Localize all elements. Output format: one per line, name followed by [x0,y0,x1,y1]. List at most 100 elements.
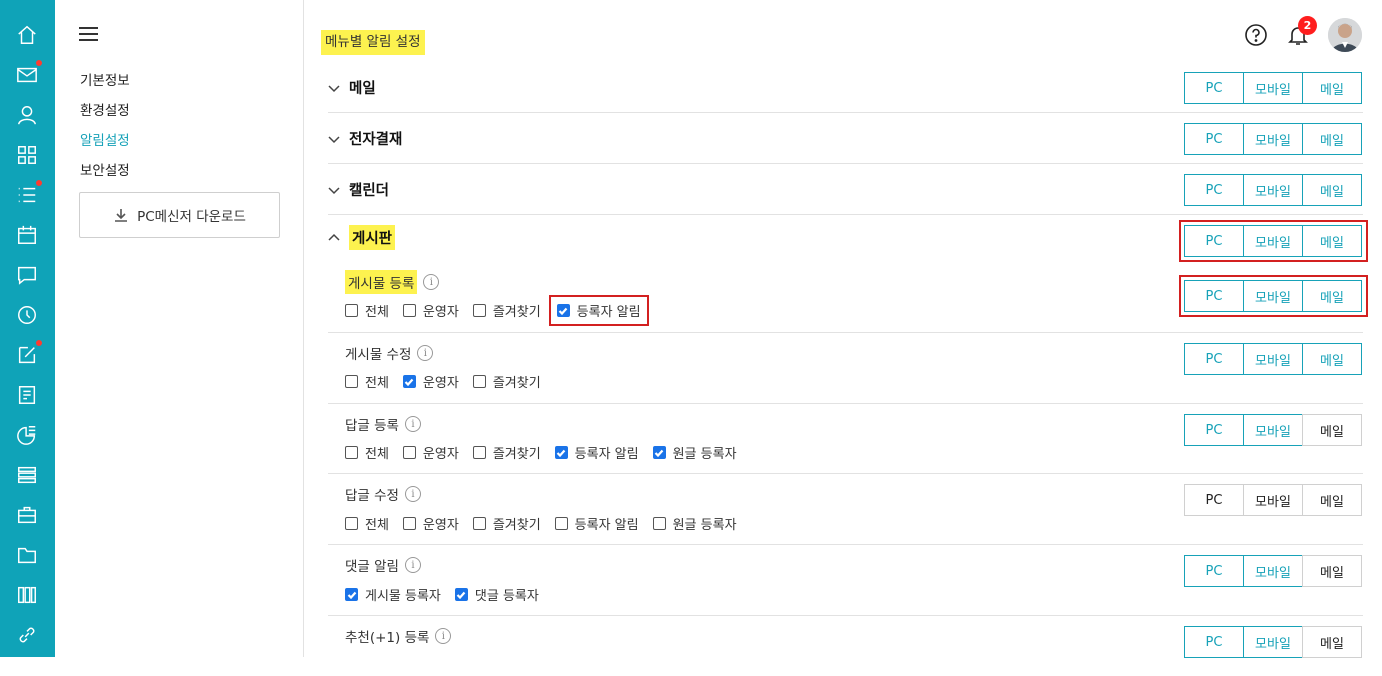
mail-button[interactable]: 메일 [1302,225,1362,257]
pc-button[interactable]: PC [1184,123,1244,155]
checkbox[interactable] [345,375,358,388]
edit-icon[interactable] [15,340,42,367]
info-icon[interactable]: i [404,416,421,432]
check-favorites[interactable]: 즐겨찾기 [472,372,541,391]
briefcase-icon[interactable] [15,503,39,527]
check-all[interactable]: 전체 [345,301,389,320]
mobile-button[interactable]: 모바일 [1243,225,1303,257]
info-icon[interactable]: i [417,345,434,361]
mail-button[interactable]: 메일 [1302,343,1362,375]
mail-button[interactable]: 메일 [1302,280,1362,312]
mobile-button[interactable]: 모바일 [1243,555,1303,587]
checkbox[interactable] [652,517,666,530]
pc-button[interactable]: PC [1184,225,1244,257]
pc-button[interactable]: PC [1184,626,1244,658]
checkbox[interactable] [402,446,416,459]
checkbox[interactable] [402,304,416,317]
checkbox[interactable] [454,588,468,601]
check-all[interactable]: 전체 [345,372,389,391]
mail-button[interactable]: 메일 [1302,555,1362,587]
sidebar-item-preferences[interactable]: 환경설정 [80,99,130,119]
check-original-author[interactable]: 원글 등록자 [652,514,737,533]
sidebar-item-security[interactable]: 보안설정 [80,159,130,179]
checkbox[interactable] [345,446,358,459]
checkbox[interactable] [554,517,568,530]
bell-icon[interactable]: 2 [1286,16,1317,47]
task-list-icon[interactable] [15,180,42,207]
checkbox[interactable] [345,517,358,530]
mobile-button[interactable]: 모바일 [1243,174,1303,206]
pc-button[interactable]: PC [1184,414,1244,446]
check-author-notify[interactable]: 등록자 알림 [554,514,639,533]
mail-button[interactable]: 메일 [1302,72,1362,104]
check-favorites[interactable]: 즐겨찾기 [472,514,541,533]
calendar-icon[interactable] [15,223,39,247]
check-operator[interactable]: 운영자 [402,372,459,391]
report-icon[interactable] [15,383,39,407]
list-stack-icon[interactable] [15,463,39,487]
pc-button[interactable]: PC [1184,174,1244,206]
check-all[interactable]: 전체 [345,443,389,462]
mobile-button[interactable]: 모바일 [1243,626,1303,658]
check-original-author[interactable]: 원글 등록자 [652,443,737,462]
home-icon[interactable] [15,23,39,47]
mail-icon[interactable] [15,60,42,87]
mail-button[interactable]: 메일 [1302,174,1362,206]
chart-icon[interactable] [15,423,39,447]
folder-icon[interactable] [15,543,39,567]
sidebar-item-notifications[interactable]: 알림설정 [80,129,130,149]
check-author-notify[interactable]: 등록자 알림 [548,295,649,326]
checkbox[interactable] [556,304,570,317]
help-icon[interactable] [1244,23,1268,47]
mobile-button[interactable]: 모바일 [1243,123,1303,155]
chat-icon[interactable] [15,263,39,287]
mobile-button[interactable]: 모바일 [1243,343,1303,375]
checkbox[interactable] [345,588,358,601]
library-icon[interactable] [15,583,39,607]
pc-button[interactable]: PC [1184,555,1244,587]
avatar[interactable] [1328,18,1362,52]
check-operator[interactable]: 운영자 [402,514,459,533]
check-author-notify[interactable]: 등록자 알림 [554,443,639,462]
menu-toggle-icon[interactable] [79,26,99,42]
pc-button[interactable]: PC [1184,280,1244,312]
checkbox[interactable] [472,446,486,459]
checkbox[interactable] [554,446,568,459]
link-icon[interactable] [15,623,39,647]
mobile-button[interactable]: 모바일 [1243,72,1303,104]
info-icon[interactable]: i [435,628,452,644]
checkbox[interactable] [402,517,416,530]
checkbox[interactable] [652,446,666,459]
mobile-button[interactable]: 모바일 [1243,414,1303,446]
checkbox[interactable] [345,304,358,317]
mail-button[interactable]: 메일 [1302,626,1362,658]
mail-button[interactable]: 메일 [1302,123,1362,155]
clock-icon[interactable] [15,303,39,327]
info-icon[interactable]: i [423,274,440,290]
section-mail-toggle[interactable]: 메일 [328,77,376,98]
checkbox[interactable] [402,375,416,388]
pc-button[interactable]: PC [1184,484,1244,516]
check-operator[interactable]: 운영자 [402,301,459,320]
pc-button[interactable]: PC [1184,72,1244,104]
info-icon[interactable]: i [404,486,421,502]
mail-button[interactable]: 메일 [1302,484,1362,516]
contacts-icon[interactable] [15,103,39,127]
apps-grid-icon[interactable] [15,143,39,167]
check-comment-author[interactable]: 댓글 등록자 [454,585,539,604]
sidebar-item-basic-info[interactable]: 기본정보 [80,69,130,89]
section-board-toggle[interactable]: 게시판 [328,225,396,250]
pc-button[interactable]: PC [1184,343,1244,375]
checkbox[interactable] [472,375,486,388]
check-all[interactable]: 전체 [345,514,389,533]
check-favorites[interactable]: 즐겨찾기 [472,301,541,320]
checkbox[interactable] [472,517,486,530]
check-operator[interactable]: 운영자 [402,443,459,462]
section-approval-toggle[interactable]: 전자결재 [328,128,402,149]
checkbox[interactable] [472,304,486,317]
check-post-author[interactable]: 게시물 등록자 [345,585,441,604]
messenger-download-button[interactable]: PC메신저 다운로드 [79,192,280,238]
mail-button[interactable]: 메일 [1302,414,1362,446]
info-icon[interactable]: i [404,557,421,573]
check-favorites[interactable]: 즐겨찾기 [472,443,541,462]
